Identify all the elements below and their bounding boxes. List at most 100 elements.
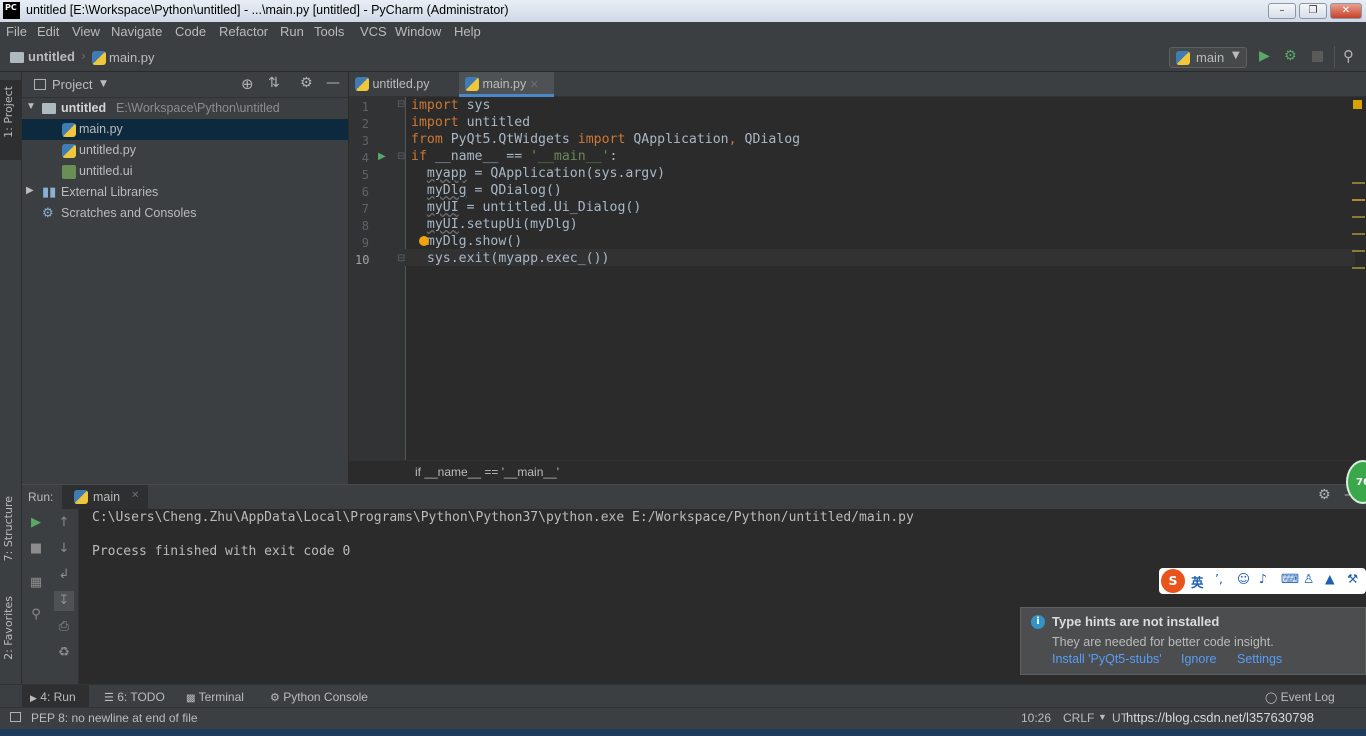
- event-log-icon: ◯: [1265, 692, 1278, 704]
- tree-item-main-py[interactable]: main.py: [22, 119, 348, 140]
- close-tab-icon[interactable]: ✕: [131, 490, 139, 501]
- ime-lang-toggle[interactable]: 英: [1191, 572, 1204, 591]
- warning-marker[interactable]: [1352, 267, 1365, 269]
- scroll-up-icon[interactable]: ↑: [54, 513, 74, 533]
- tree-item-scratches[interactable]: ⚙ Scratches and Consoles: [22, 203, 348, 224]
- menu-file[interactable]: File: [6, 24, 27, 39]
- panel-toggle-icon[interactable]: [10, 712, 21, 722]
- rerun-icon[interactable]: ▶: [26, 513, 46, 533]
- line-separator[interactable]: CRLF: [1063, 711, 1094, 725]
- debug-icon[interactable]: ⚙: [1284, 48, 1297, 64]
- skin-icon[interactable]: ▲: [1325, 571, 1335, 586]
- pin-icon[interactable]: ⚲: [26, 605, 46, 625]
- stop-icon[interactable]: [1312, 51, 1323, 62]
- menu-code[interactable]: Code: [175, 24, 206, 39]
- user-icon[interactable]: ♙: [1303, 571, 1314, 586]
- warning-marker[interactable]: [1352, 250, 1365, 252]
- menu-run[interactable]: Run: [280, 24, 304, 39]
- warning-marker[interactable]: [1352, 216, 1365, 218]
- hide-panel-icon[interactable]: —: [326, 75, 340, 91]
- tool-tab-event-log[interactable]: ◯ Event Log: [1257, 685, 1343, 708]
- maximize-button[interactable]: ❐: [1299, 3, 1327, 19]
- gear-icon[interactable]: ⚙: [1318, 487, 1331, 503]
- expand-arrow-icon[interactable]: ▶: [26, 185, 34, 196]
- tree-item-untitled-py[interactable]: untitled.py: [22, 140, 348, 161]
- expand-arrow-icon[interactable]: ▼: [26, 101, 36, 112]
- warning-marker[interactable]: [1352, 233, 1365, 235]
- menu-refactor[interactable]: Refactor: [219, 24, 268, 39]
- run-config-select[interactable]: main ▼: [1169, 47, 1247, 68]
- close-tab-icon[interactable]: ✕: [530, 79, 539, 91]
- emoji-icon[interactable]: ☺: [1237, 571, 1250, 586]
- breadcrumb-scope[interactable]: if __name__ == '__main__': [415, 465, 559, 479]
- run-gutter-icon[interactable]: ▶: [378, 151, 386, 162]
- tool-tab-terminal[interactable]: ▩ Terminal: [178, 685, 252, 708]
- ignore-link[interactable]: Ignore: [1181, 652, 1216, 666]
- tool-tab-python-console[interactable]: ⚙ Python Console: [262, 685, 376, 708]
- line-number: 7: [361, 202, 369, 216]
- minimize-button[interactable]: –: [1268, 3, 1296, 19]
- tool-tab-todo[interactable]: ☰ 6: TODO: [96, 685, 173, 708]
- run-tab-main[interactable]: main ✕: [62, 485, 148, 509]
- print-icon[interactable]: ⎙: [54, 617, 74, 637]
- chevron-down-icon[interactable]: ▼: [100, 79, 107, 89]
- scroll-down-icon[interactable]: ↓: [54, 539, 74, 559]
- gear-icon[interactable]: ⚙: [300, 75, 313, 91]
- tool-tab-project[interactable]: 1: Project: [2, 86, 15, 138]
- code-line-4[interactable]: if __name__ == '__main__':: [411, 149, 617, 164]
- code-line-3[interactable]: from PyQt5.QtWidgets import QApplication…: [411, 132, 800, 147]
- tree-item-untitled-ui[interactable]: untitled.ui: [22, 161, 348, 182]
- breadcrumb-project[interactable]: untitled: [28, 49, 75, 64]
- tool-tab-label: Event Log: [1280, 690, 1335, 704]
- code-line-8[interactable]: myUI.setupUi(myDlg): [411, 217, 578, 232]
- menu-help[interactable]: Help: [454, 24, 481, 39]
- code-line-2[interactable]: import untitled: [411, 115, 530, 130]
- caret-position[interactable]: 10:26: [1021, 711, 1051, 725]
- tree-item-root[interactable]: ▼ untitled E:\Workspace\Python\untitled: [22, 98, 348, 119]
- scroll-to-end-icon[interactable]: ↧: [54, 591, 74, 611]
- menu-view[interactable]: View: [72, 24, 100, 39]
- search-icon[interactable]: ⚲: [1343, 47, 1354, 65]
- tools-icon[interactable]: ⚒: [1347, 571, 1358, 586]
- code-line-7[interactable]: myUI = untitled.Ui_Dialog(): [411, 200, 641, 215]
- tool-tab-favorites[interactable]: 2: Favorites: [2, 596, 15, 660]
- run-panel-header: Run: main ✕ ⚙ —: [22, 485, 1366, 509]
- punctuation-icon[interactable]: ’,: [1215, 571, 1223, 586]
- menu-edit[interactable]: Edit: [37, 24, 59, 39]
- stop-icon[interactable]: ■: [26, 539, 46, 559]
- code-line-10[interactable]: sys.exit(myapp.exec_()): [411, 251, 610, 266]
- menu-navigate[interactable]: Navigate: [111, 24, 162, 39]
- warning-marker[interactable]: [1352, 199, 1365, 201]
- qt-ui-file-icon: [62, 165, 76, 179]
- layout-icon[interactable]: ▦: [26, 573, 46, 593]
- sogou-logo-icon[interactable]: S: [1161, 569, 1185, 593]
- inspection-status-icon[interactable]: [1353, 100, 1362, 109]
- close-button[interactable]: ✕: [1330, 3, 1362, 19]
- code-line-1[interactable]: import sys: [411, 98, 490, 113]
- tool-tab-run[interactable]: ▶ 4: Run: [22, 685, 89, 708]
- code-line-6[interactable]: myDlg = QDialog(): [411, 183, 562, 198]
- menu-tools[interactable]: Tools: [314, 24, 344, 39]
- tree-item-external-libraries[interactable]: ▶ ▮▮ External Libraries: [22, 182, 348, 203]
- menu-vcs[interactable]: VCS: [360, 24, 387, 39]
- breadcrumb-file[interactable]: main.py: [109, 50, 155, 65]
- warning-marker[interactable]: [1352, 182, 1365, 184]
- project-view-select[interactable]: Project: [52, 77, 92, 92]
- locate-icon[interactable]: ⊕: [241, 75, 254, 93]
- soft-wrap-icon[interactable]: ↲: [54, 565, 74, 585]
- tool-tab-structure[interactable]: 7: Structure: [2, 496, 15, 561]
- editor-tabs: untitled.py main.py ✕: [349, 72, 1366, 97]
- status-bar: PEP 8: no newline at end of file 10:26 C…: [0, 707, 1366, 729]
- intention-bulb-icon[interactable]: [419, 236, 429, 246]
- microphone-icon[interactable]: ♪: [1259, 571, 1267, 586]
- keyboard-icon[interactable]: ⌨: [1281, 571, 1299, 586]
- tab-main-py[interactable]: main.py ✕: [459, 72, 554, 97]
- settings-link[interactable]: Settings: [1237, 652, 1282, 666]
- install-stubs-link[interactable]: Install 'PyQt5-stubs': [1052, 652, 1162, 666]
- trash-icon[interactable]: ♻: [54, 643, 74, 663]
- run-icon[interactable]: ▶: [1259, 48, 1270, 64]
- menu-window[interactable]: Window: [395, 24, 441, 39]
- code-line-5[interactable]: myapp = QApplication(sys.argv): [411, 166, 665, 181]
- collapse-all-icon[interactable]: ⇅: [268, 75, 280, 91]
- tab-untitled-py[interactable]: untitled.py: [349, 72, 459, 97]
